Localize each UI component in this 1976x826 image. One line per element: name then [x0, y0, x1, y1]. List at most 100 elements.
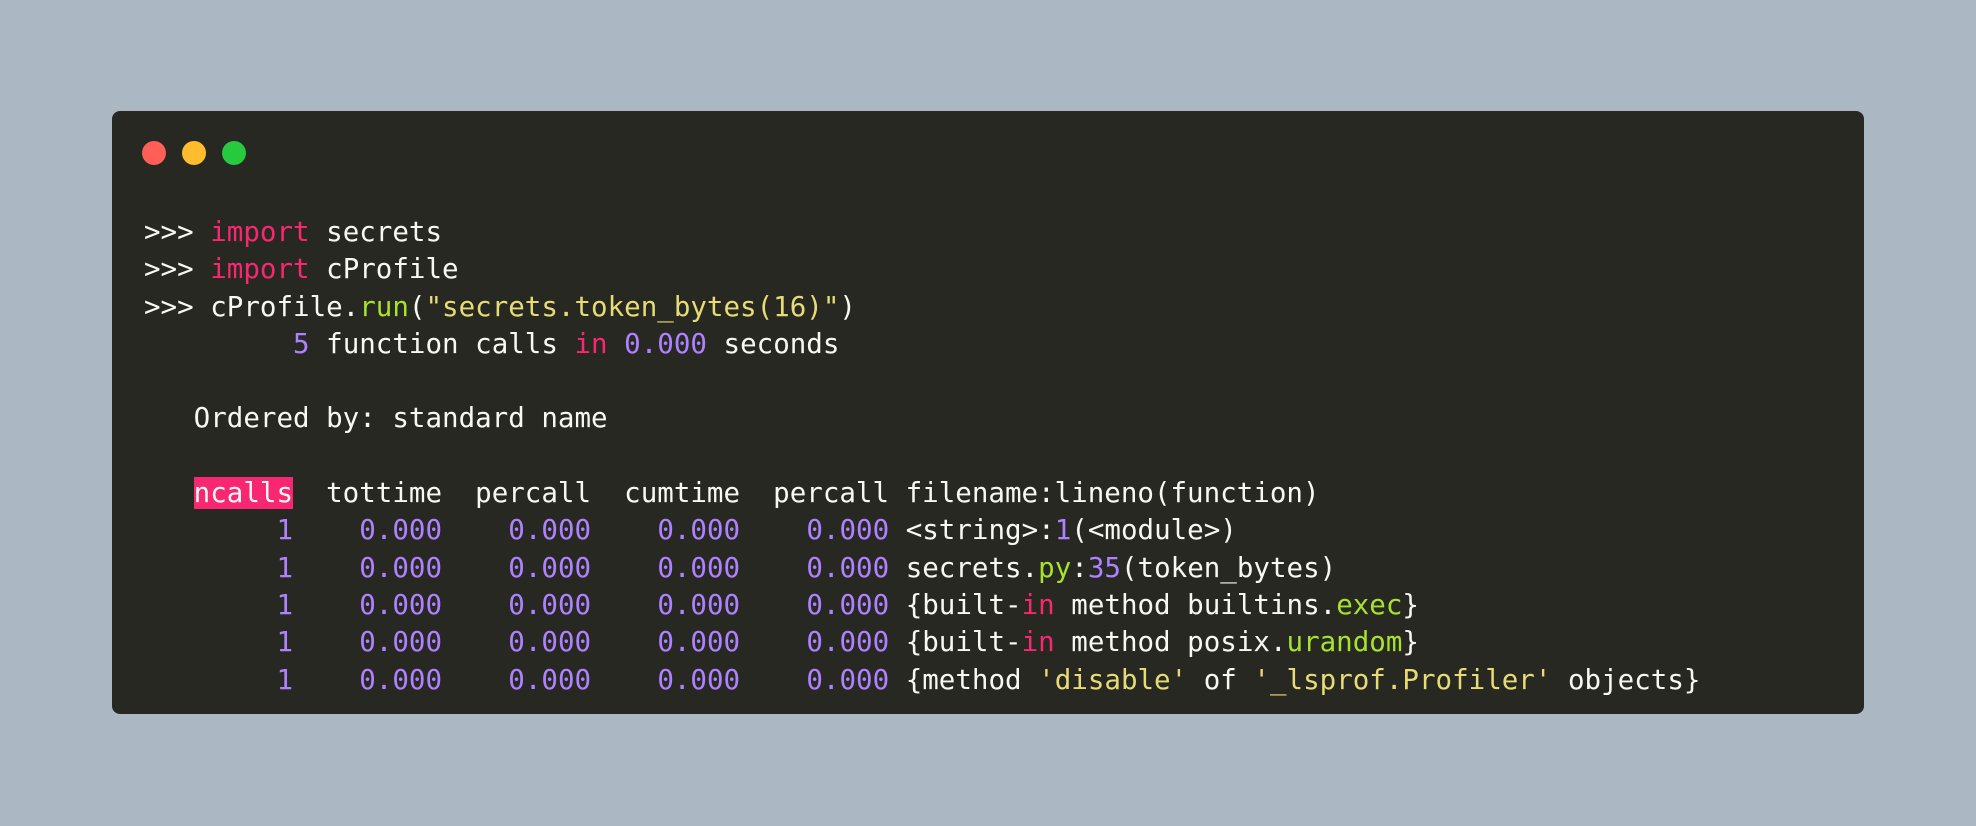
code-token: 1 [276, 514, 294, 547]
code-token: 0.000 [508, 626, 592, 659]
code-token: secrets [309, 216, 443, 248]
code-token: objects} [1551, 663, 1701, 696]
code-token: Ordered by: standard name [144, 402, 608, 435]
code-token: 0.000 [508, 588, 592, 621]
code-token: exec [1336, 588, 1403, 621]
code-token: import [210, 253, 310, 286]
code-token: 0.000 [624, 327, 707, 360]
code-token: >>> cProfile. [144, 290, 360, 323]
code-token: 0.000 [657, 588, 741, 621]
code-line: 1 0.000 0.000 0.000 0.000 <string>:1(<mo… [144, 512, 1700, 549]
code-token: tottime percall cumtime percall filename… [293, 477, 1320, 510]
code-token: >>> [144, 253, 211, 286]
code-token: 0.000 [657, 663, 741, 696]
code-token: >>> [144, 216, 211, 248]
close-button[interactable] [142, 141, 166, 165]
code-token: 0.000 [508, 551, 592, 584]
code-token: secrets. [889, 551, 1039, 584]
code-line: ncalls tottime percall cumtime percall f… [144, 475, 1700, 512]
highlighted-header: ncalls [193, 477, 294, 510]
code-token: in [1021, 626, 1055, 659]
code-line: 1 0.000 0.000 0.000 0.000 {built-in meth… [144, 624, 1700, 661]
code-token: in [1021, 588, 1055, 621]
code-token: urandom [1286, 626, 1403, 659]
code-token: {built- [889, 588, 1022, 621]
code-token: 0.000 [806, 588, 890, 621]
code-token: (token_bytes) [1120, 551, 1337, 584]
code-line: Ordered by: standard name [144, 400, 1700, 437]
code-token: <string>: [889, 514, 1055, 547]
code-token: 1 [276, 663, 294, 696]
code-output: >>> import secrets >>> import cProfile >>>… [144, 214, 1700, 699]
code-token: 1 [276, 551, 294, 584]
code-token: 1 [1054, 514, 1072, 547]
code-token: 35 [1087, 551, 1121, 584]
code-token: ) [839, 290, 856, 323]
code-token: (<module>) [1071, 514, 1237, 547]
code-token: 0.000 [359, 551, 443, 584]
code-token: 0.000 [359, 626, 443, 659]
minimize-button[interactable] [182, 141, 206, 165]
code-line: >>> import cProfile [144, 251, 1700, 288]
code-line: 1 0.000 0.000 0.000 0.000 {method 'disab… [144, 662, 1700, 699]
code-token: py [1038, 551, 1072, 584]
code-token: ( [408, 290, 426, 323]
code-token: function calls [309, 327, 575, 360]
code-line: >>> import secrets [144, 214, 1700, 251]
code-token: 0.000 [359, 663, 443, 696]
code-token: 0.000 [806, 514, 890, 547]
code-token: 0.000 [806, 626, 890, 659]
code-token: 0.000 [508, 663, 592, 696]
terminal-window: >>> import secrets >>> import cProfile >>>… [112, 111, 1864, 714]
code-token: : [1071, 551, 1088, 584]
code-token: 1 [276, 588, 294, 621]
code-token: 0.000 [359, 588, 443, 621]
code-line: 1 0.000 0.000 0.000 0.000 {built-in meth… [144, 587, 1700, 624]
code-token: {built- [889, 626, 1022, 659]
code-token: cProfile [309, 253, 459, 286]
code-token: 0.000 [806, 663, 890, 696]
code-token: 5 [293, 327, 310, 360]
code-token: 0.000 [359, 514, 443, 547]
code-token: in [574, 327, 608, 360]
code-token: } [1402, 626, 1419, 659]
code-token: method builtins. [1054, 588, 1337, 621]
code-token: 0.000 [657, 551, 741, 584]
code-token: "secrets.token_bytes(16)" [425, 290, 840, 323]
code-line: >>> cProfile.run("secrets.token_bytes(16… [144, 289, 1700, 326]
code-token: 0.000 [806, 551, 890, 584]
code-token: } [1402, 588, 1419, 621]
code-token: 1 [276, 626, 294, 659]
code-token: 'disable' [1038, 663, 1188, 696]
code-line: 5 function calls in 0.000 seconds [144, 326, 1700, 363]
code-token: seconds [706, 327, 840, 360]
maximize-button[interactable] [222, 141, 246, 165]
code-token: '_lsprof.Profiler' [1253, 663, 1552, 696]
code-token: 0.000 [657, 514, 741, 547]
